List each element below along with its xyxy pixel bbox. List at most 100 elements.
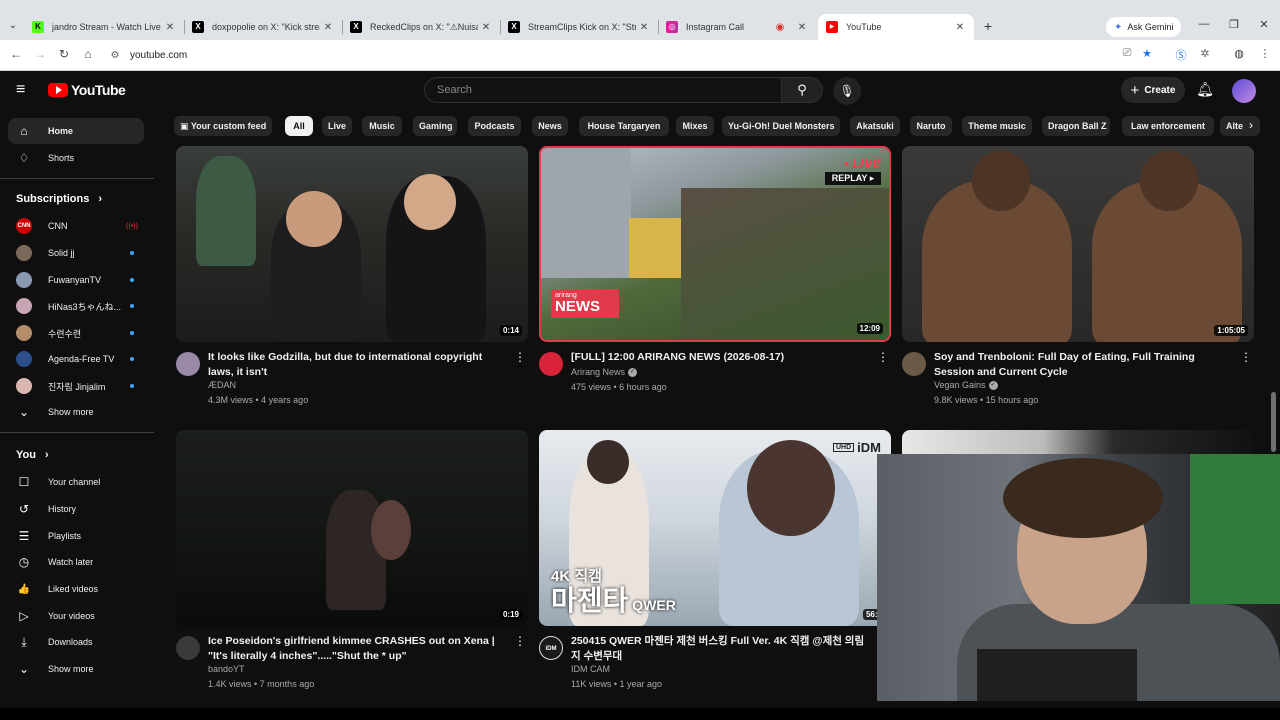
more-actions-icon[interactable]: ⋮	[514, 634, 526, 648]
back-arrow-icon[interactable]: ←	[8, 47, 24, 61]
chip-naruto[interactable]: Naruto	[910, 116, 952, 136]
reload-icon[interactable]: ↻	[56, 47, 72, 61]
search-button[interactable]: ⚲	[781, 77, 823, 103]
browser-menu-icon[interactable]: ⋮	[1256, 47, 1274, 60]
video-card[interactable]: • LIVE REPLAY ▸ arirang NEWS 12:09 [FULL…	[539, 146, 891, 420]
create-button[interactable]: + Create	[1121, 77, 1185, 103]
more-actions-icon[interactable]: ⋮	[514, 350, 526, 364]
sidebar-item-fuwanyantv[interactable]: FuwanyanTV	[8, 267, 144, 293]
video-card[interactable]: UHD iDM 4K 직캠 마젠타 QWER 56:0 iDM 250415 QW…	[539, 430, 891, 704]
extension-s-icon[interactable]: Ⓢ	[1172, 47, 1190, 63]
video-card[interactable]: 1:05:05 Soy and Trenboloni: Full Day of …	[902, 146, 1254, 420]
tab-search-dropdown-icon[interactable]: ⌄	[6, 18, 20, 34]
video-card[interactable]: 0:14 It looks like Godzilla, but due to …	[176, 146, 528, 420]
video-title[interactable]: 250415 QWER 마젠타 제천 버스킹 Full Ver. 4K 직캠 @…	[571, 634, 871, 664]
video-thumbnail[interactable]: 1:05:05	[902, 146, 1254, 342]
sidebar-you-show-more[interactable]: ⌄ Show more	[8, 656, 144, 682]
channel-avatar[interactable]	[539, 352, 563, 376]
channel-avatar[interactable]	[902, 352, 926, 376]
sidebar-item-solid-jj[interactable]: Solid jj	[8, 240, 144, 266]
video-channel-name[interactable]: ÆDAN	[208, 380, 236, 390]
channel-avatar[interactable]: iDM	[539, 636, 563, 660]
sidebar-item-watch-later[interactable]: ◷ Watch later	[8, 549, 144, 575]
channel-avatar[interactable]	[176, 352, 200, 376]
home-button-icon[interactable]: ⌂	[80, 47, 96, 61]
bookmark-star-icon[interactable]: ★	[1138, 47, 1156, 60]
minimize-window-icon[interactable]: —	[1196, 18, 1212, 30]
video-channel[interactable]: Arirang News ✓	[571, 367, 638, 378]
chip-yu-gi-oh[interactable]: Yu-Gi-Oh! Duel Monsters	[722, 116, 840, 136]
sidebar-item-downloads[interactable]: ⤓ Downloads	[8, 629, 144, 655]
guide-menu-icon[interactable]: ≡	[16, 82, 34, 98]
sidebar-item-playlists[interactable]: ☰ Playlists	[8, 523, 144, 549]
channel-avatar[interactable]	[176, 636, 200, 660]
tab-close-icon[interactable]: ✕	[478, 22, 494, 33]
site-info-icon[interactable]: ⚙	[104, 50, 126, 61]
page-scrollbar[interactable]	[1271, 392, 1276, 452]
tab-close-icon[interactable]: ✕	[794, 22, 810, 33]
video-thumbnail[interactable]: 0:14	[176, 146, 528, 342]
notifications-bell-icon[interactable]: 🔔︎	[1196, 81, 1214, 98]
chip-house-targaryen[interactable]: House Targaryen	[579, 116, 669, 136]
browser-tab-youtube[interactable]: ▶ YouTube ✕	[818, 14, 974, 40]
browser-tab-instagram-call[interactable]: ◎ Instagram Call ◉ ✕	[658, 14, 816, 40]
search-input[interactable]: Search	[424, 77, 781, 103]
sidebar-item-suryeon[interactable]: 수련수련	[8, 320, 144, 346]
chip-gaming[interactable]: Gaming	[413, 116, 457, 136]
sidebar-item-home[interactable]: ⌂ Home	[8, 118, 144, 144]
chevron-right-icon[interactable]: ›	[1244, 118, 1258, 132]
new-tab-button[interactable]: +	[980, 18, 996, 34]
browser-tab-kick[interactable]: K jandro Stream - Watch Live on ✕	[24, 14, 184, 40]
video-channel-name[interactable]: IDM CAM	[571, 664, 610, 674]
more-actions-icon[interactable]: ⋮	[877, 350, 889, 364]
extensions-puzzle-icon[interactable]: ✲	[1196, 47, 1214, 60]
sidebar-item-hinas3[interactable]: HiNas3ちゃんね...	[8, 293, 144, 319]
video-channel-name[interactable]: bandoYT	[208, 664, 245, 674]
install-app-icon[interactable]: ⎚	[1118, 47, 1136, 60]
ask-gemini-button[interactable]: ✦ Ask Gemini	[1106, 17, 1182, 37]
sidebar-item-your-videos[interactable]: ▷ Your videos	[8, 603, 144, 629]
sidebar-item-cnn[interactable]: CNN CNN ((•))	[8, 213, 144, 239]
chip-your-custom-feed[interactable]: ▣ Your custom feed	[174, 116, 272, 136]
chip-law-enforcement[interactable]: Law enforcement	[1122, 116, 1214, 136]
video-title[interactable]: [FULL] 12:00 ARIRANG NEWS (2026-08-17)	[571, 350, 871, 365]
sidebar-item-agenda-free-tv[interactable]: Agenda-Free TV	[8, 346, 144, 372]
chip-music[interactable]: Music	[362, 116, 402, 136]
chip-dragon-ball-z[interactable]: Dragon Ball Z	[1042, 116, 1110, 136]
tab-close-icon[interactable]: ✕	[952, 22, 968, 33]
tab-close-icon[interactable]: ✕	[636, 22, 652, 33]
chip-live[interactable]: Live	[322, 116, 352, 136]
chip-podcasts[interactable]: Podcasts	[468, 116, 521, 136]
video-thumbnail[interactable]: • LIVE REPLAY ▸ arirang NEWS 12:09	[539, 146, 891, 342]
browser-tab-x-doxpopolie[interactable]: X doxpopolie on X: "Kick streame ✕	[184, 14, 342, 40]
browser-tab-x-streamclips[interactable]: X StreamClips Kick on X: "Streame ✕	[500, 14, 658, 40]
browser-tab-x-reckedclips[interactable]: X ReckedClips on X: "⚠Nuisance ✕	[342, 14, 500, 40]
profile-avatar-icon[interactable]: ◍	[1230, 47, 1248, 60]
tab-close-icon[interactable]: ✕	[162, 22, 178, 33]
video-card[interactable]: 0:19 Ice Poseidon's girlfriend kimmee CR…	[176, 430, 528, 704]
chip-all[interactable]: All	[285, 116, 313, 136]
video-thumbnail[interactable]: 0:19	[176, 430, 528, 626]
close-window-icon[interactable]: ✕	[1256, 18, 1272, 31]
sidebar-item-shorts[interactable]: ♢ Shorts	[8, 145, 144, 171]
restore-window-icon[interactable]: ❐	[1226, 18, 1242, 31]
chip-news[interactable]: News	[532, 116, 568, 136]
you-header[interactable]: You ›	[16, 449, 49, 461]
chip-akatsuki[interactable]: Akatsuki	[850, 116, 900, 136]
more-actions-icon[interactable]: ⋮	[1240, 350, 1252, 364]
video-channel[interactable]: Vegan Gains ✓	[934, 380, 998, 391]
sidebar-item-jinjalim[interactable]: 진자림 Jinjalim	[8, 373, 144, 399]
video-thumbnail[interactable]: UHD iDM 4K 직캠 마젠타 QWER 56:0	[539, 430, 891, 626]
chip-mixes[interactable]: Mixes	[676, 116, 714, 136]
video-title[interactable]: Soy and Trenboloni: Full Day of Eating, …	[934, 350, 1234, 380]
youtube-logo[interactable]: YouTube	[48, 82, 126, 98]
tab-close-icon[interactable]: ✕	[320, 22, 336, 33]
sidebar-item-history[interactable]: ↺ History	[8, 496, 144, 522]
sidebar-item-your-channel[interactable]: ☐ Your channel	[8, 469, 144, 495]
sidebar-item-liked-videos[interactable]: 👍 Liked videos	[8, 576, 144, 602]
video-title[interactable]: It looks like Godzilla, but due to inter…	[208, 350, 508, 380]
video-title[interactable]: Ice Poseidon's girlfriend kimmee CRASHES…	[208, 634, 508, 664]
subscriptions-header[interactable]: Subscriptions ›	[16, 193, 102, 205]
account-avatar[interactable]	[1232, 79, 1256, 103]
address-bar[interactable]: ⚙ youtube.com	[104, 44, 1104, 67]
